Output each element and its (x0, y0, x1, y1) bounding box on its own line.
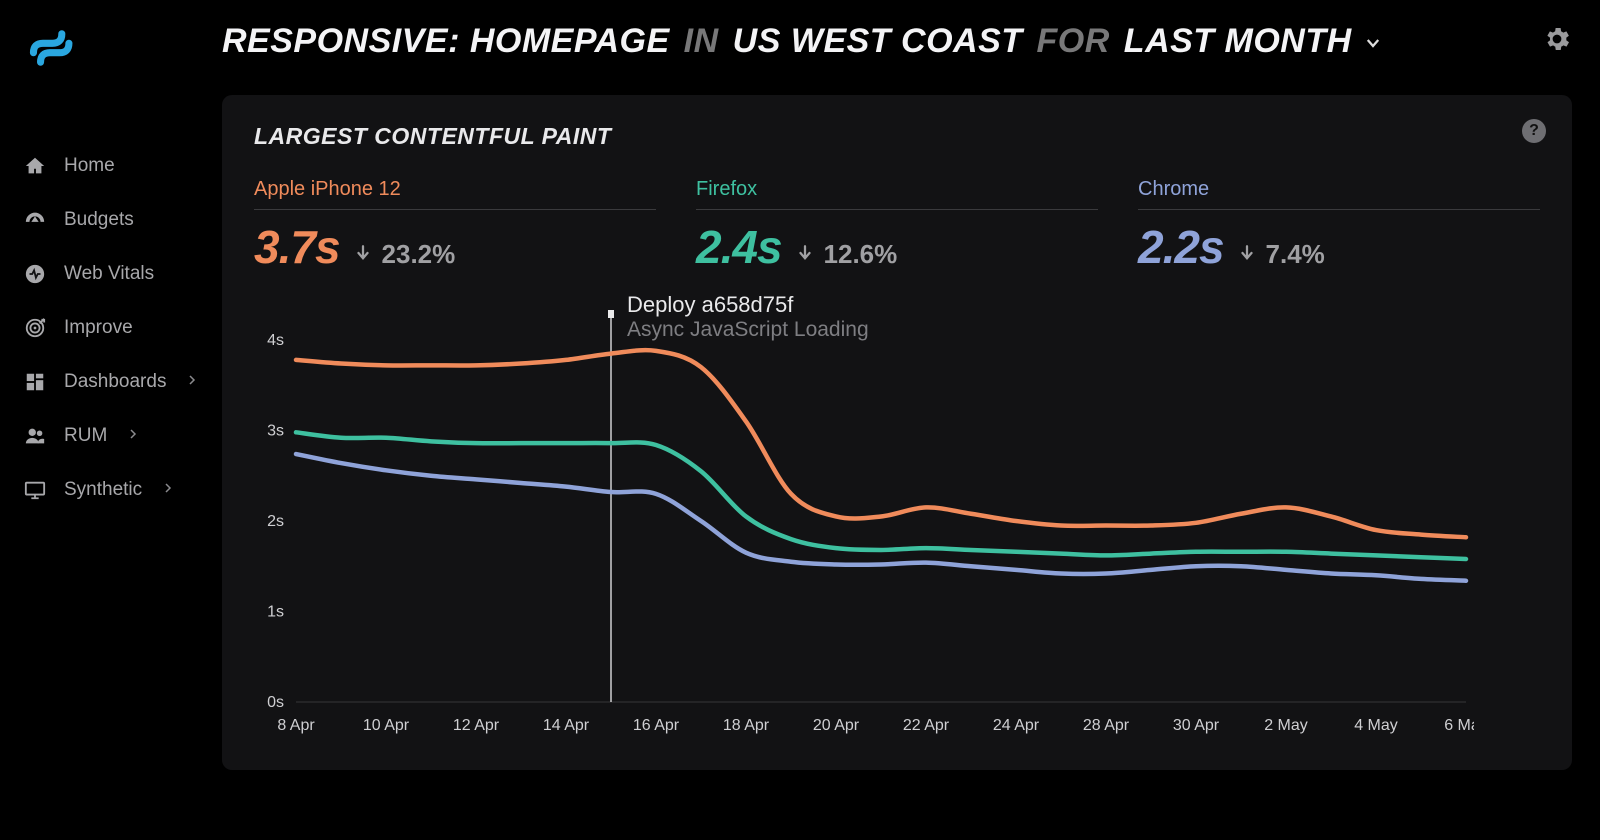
header: RESPONSIVE: HOMEPAGE IN US WEST COAST FOR LA… (222, 22, 1572, 61)
y-tick-label: 1s (267, 604, 284, 621)
sidebar-item-label: Dashboards (64, 371, 166, 393)
metric-delta: 23.2% (382, 239, 456, 270)
metric-value: 2.2s (1138, 220, 1224, 274)
metric-value-row: 3.7s 23.2% (254, 220, 656, 274)
page-title-part: LAST MONTH (1124, 22, 1352, 61)
x-tick-label: 10 Apr (363, 717, 410, 734)
x-tick-label: 28 Apr (1083, 717, 1130, 734)
x-tick-label: 14 Apr (543, 717, 590, 734)
deploy-annotation-title: Deploy a658d75f (627, 292, 869, 318)
sidebar-item-dashboards[interactable]: Dashboards (22, 355, 218, 409)
chevron-right-icon (186, 373, 198, 392)
sidebar-item-label: RUM (64, 425, 107, 447)
page-title-part: US WEST COAST (733, 22, 1023, 61)
x-tick-label: 4 May (1354, 717, 1398, 734)
y-tick-label: 3s (267, 423, 284, 440)
sidebar-item-home[interactable]: Home (22, 139, 218, 193)
page-title-part: IN (684, 22, 719, 61)
metric-label: Apple iPhone 12 (254, 178, 656, 210)
x-tick-label: 2 May (1264, 717, 1308, 734)
x-tick-label: 22 Apr (903, 717, 950, 734)
sidebar-item-rum[interactable]: RUM (22, 409, 218, 463)
x-tick-label: 30 Apr (1173, 717, 1220, 734)
metric-firefox: Firefox 2.4s 12.6% (696, 178, 1098, 274)
x-tick-label: 6 May (1444, 717, 1474, 734)
chart-area: Deploy a658d75f Async JavaScript Loading… (254, 310, 1540, 740)
y-tick-label: 4s (267, 332, 284, 349)
metric-delta: 12.6% (824, 239, 898, 270)
users-icon (22, 425, 48, 447)
target-icon (22, 317, 48, 339)
home-icon (22, 155, 48, 177)
chevron-down-icon[interactable] (1362, 22, 1384, 61)
arrow-down-icon (796, 243, 814, 269)
series-line-firefox (296, 432, 1466, 559)
sidebar-item-label: Improve (64, 317, 133, 339)
sidebar-item-label: Budgets (64, 209, 134, 231)
chevron-right-icon (127, 427, 139, 446)
settings-button[interactable] (1542, 24, 1572, 59)
metric-value-row: 2.2s 7.4% (1138, 220, 1540, 274)
chevron-right-icon (162, 481, 174, 500)
x-tick-label: 18 Apr (723, 717, 770, 734)
lcp-chart: 0s 1s 2s 3s 4s 8 Apr 10 Apr 12 Apr 14 Apr 16 Apr 1… (254, 310, 1474, 740)
y-tick-label: 2s (267, 513, 284, 530)
x-tick-label: 8 Apr (277, 717, 315, 734)
metric-value: 2.4s (696, 220, 782, 274)
logo (24, 22, 218, 79)
sidebar-item-improve[interactable]: Improve (22, 301, 218, 355)
gear-icon (1542, 24, 1572, 54)
deploy-annotation: Deploy a658d75f Async JavaScript Loading (627, 292, 869, 342)
logo-icon (24, 22, 76, 74)
help-button[interactable]: ? (1522, 119, 1546, 143)
deploy-marker-handle (608, 310, 614, 318)
sidebar: Home Budgets Web Vitals Improve Dashboards RU… (0, 0, 218, 840)
arrow-down-icon (1238, 243, 1256, 269)
sidebar-item-label: Synthetic (64, 479, 142, 501)
sidebar-item-label: Web Vitals (64, 263, 154, 285)
metric-chrome: Chrome 2.2s 7.4% (1138, 178, 1540, 274)
metric-value: 3.7s (254, 220, 340, 274)
y-tick-label: 0s (267, 694, 284, 711)
x-tick-label: 12 Apr (453, 717, 500, 734)
page-title[interactable]: RESPONSIVE: HOMEPAGE IN US WEST COAST FOR LA… (222, 22, 1384, 61)
sidebar-item-label: Home (64, 155, 115, 177)
monitor-icon (22, 479, 48, 501)
panel-title: LARGEST CONTENTFUL PAINT (254, 123, 1540, 150)
dashboard-icon (22, 371, 48, 393)
gauge-icon (22, 209, 48, 231)
vitals-icon (22, 263, 48, 285)
page-title-part: FOR (1037, 22, 1110, 61)
sidebar-item-web-vitals[interactable]: Web Vitals (22, 247, 218, 301)
metric-apple-iphone-12: Apple iPhone 12 3.7s 23.2% (254, 178, 656, 274)
x-tick-label: 20 Apr (813, 717, 860, 734)
sidebar-item-synthetic[interactable]: Synthetic (22, 463, 218, 517)
metric-delta: 7.4% (1266, 239, 1325, 270)
metric-value-row: 2.4s 12.6% (696, 220, 1098, 274)
metric-label: Chrome (1138, 178, 1540, 210)
arrow-down-icon (354, 243, 372, 269)
metric-label: Firefox (696, 178, 1098, 210)
nav-list: Home Budgets Web Vitals Improve Dashboards RU… (22, 139, 218, 517)
x-tick-label: 24 Apr (993, 717, 1040, 734)
sidebar-item-budgets[interactable]: Budgets (22, 193, 218, 247)
page-title-part: RESPONSIVE: HOMEPAGE (222, 22, 670, 61)
lcp-panel: LARGEST CONTENTFUL PAINT ? Apple iPhone … (222, 95, 1572, 770)
deploy-annotation-subtitle: Async JavaScript Loading (627, 318, 869, 342)
main: RESPONSIVE: HOMEPAGE IN US WEST COAST FOR LA… (218, 0, 1600, 840)
metrics-row: Apple iPhone 12 3.7s 23.2% Firefox 2.4s 12.6%… (254, 178, 1540, 274)
x-tick-label: 16 Apr (633, 717, 680, 734)
